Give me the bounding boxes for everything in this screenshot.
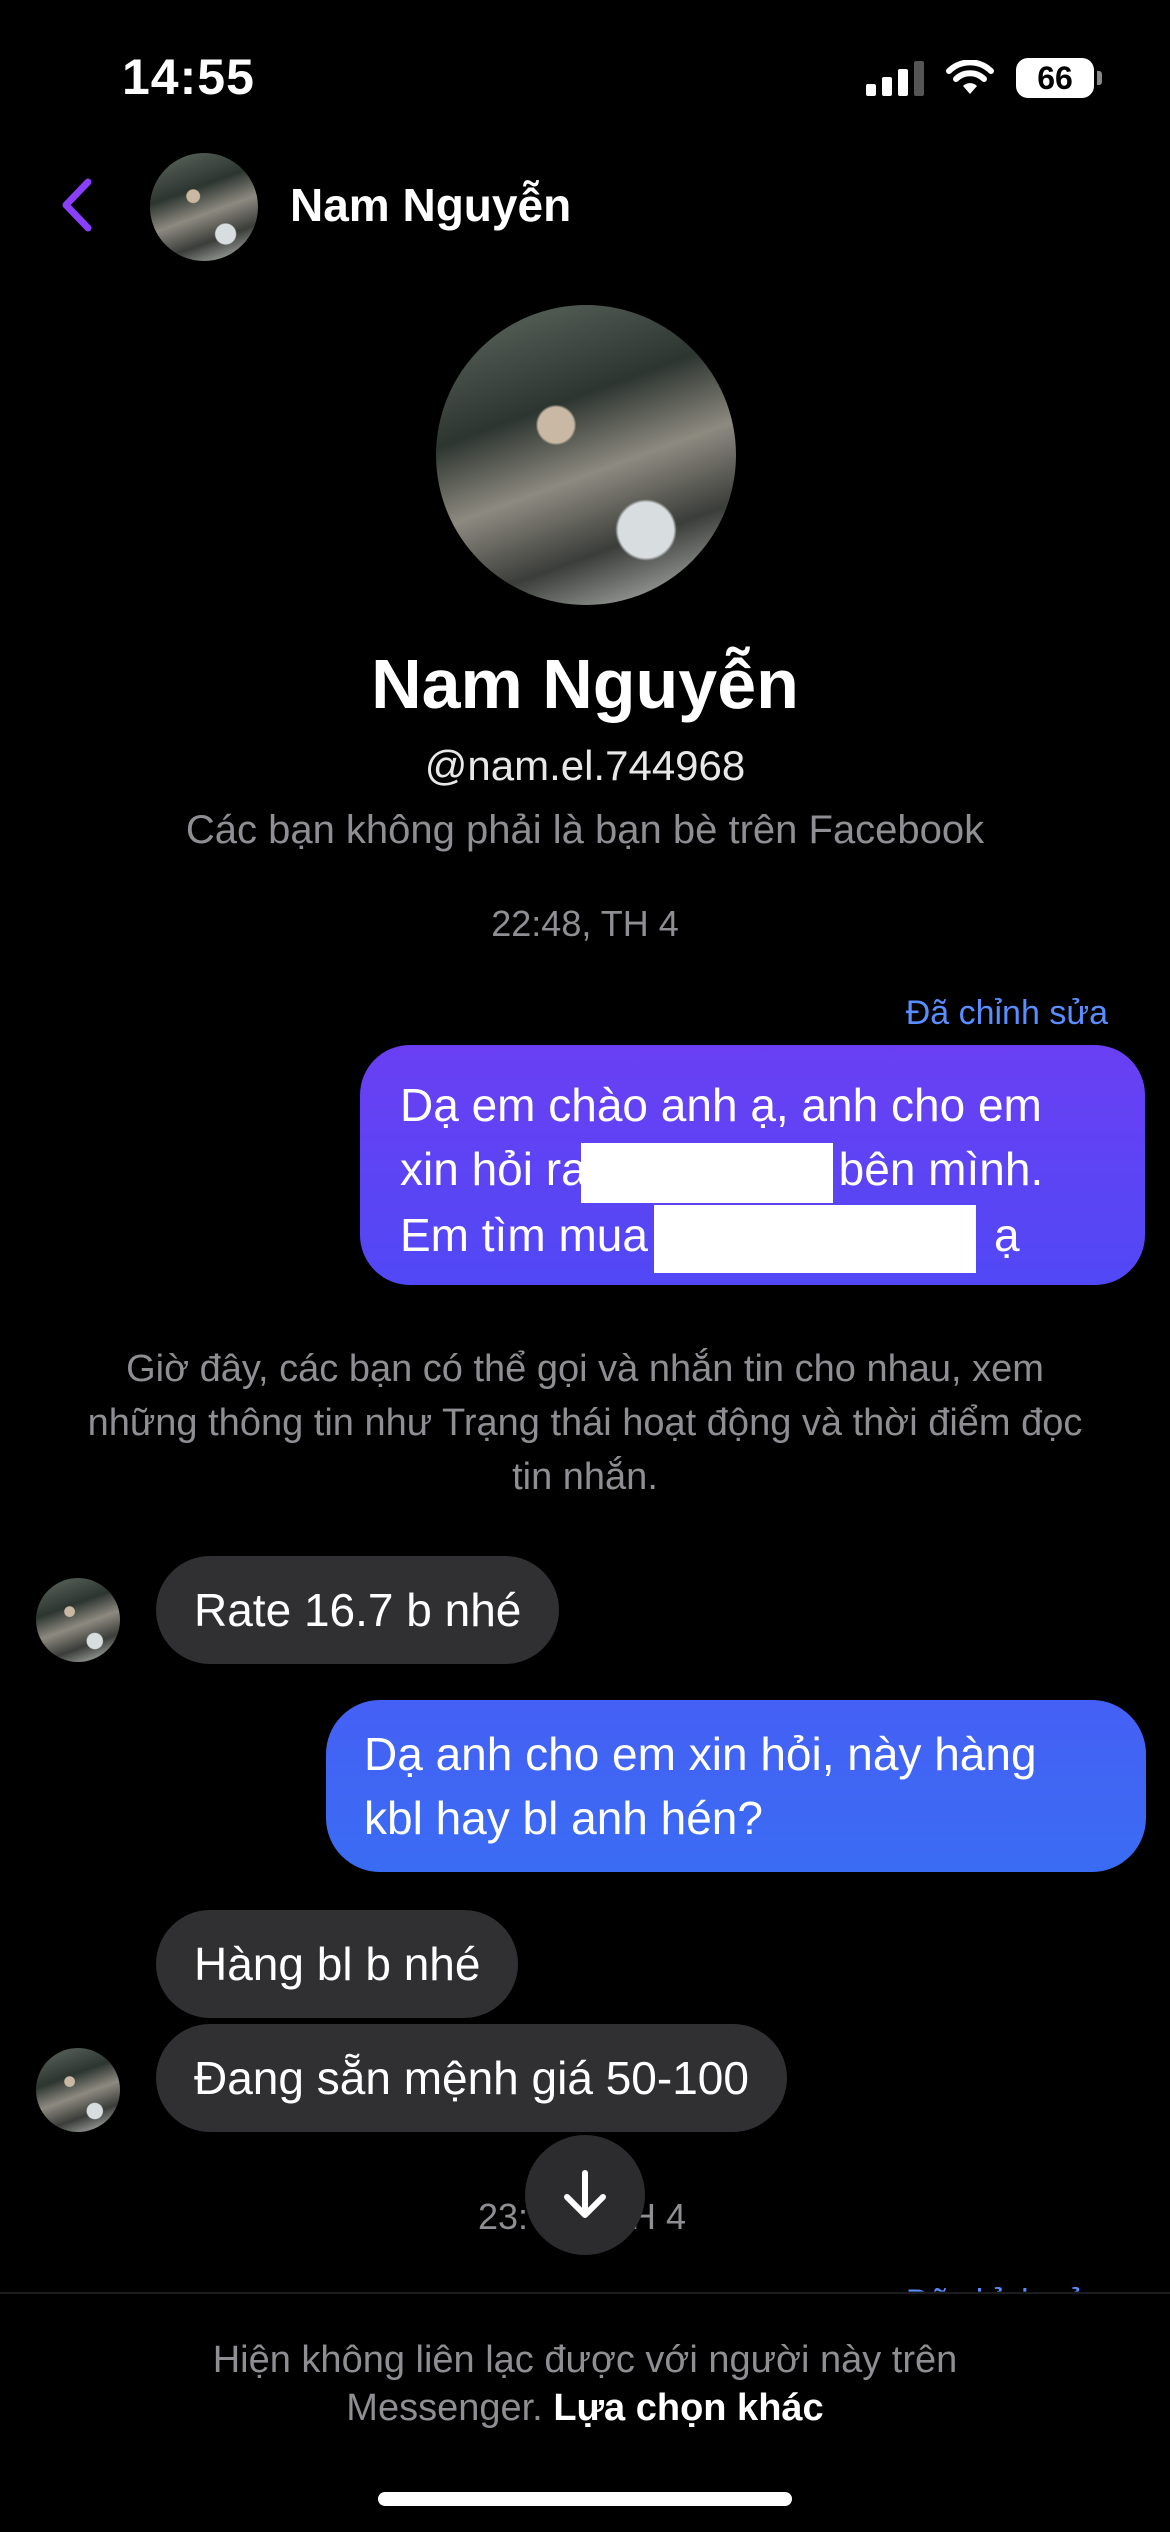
chevron-left-icon	[62, 178, 92, 232]
profile-avatar[interactable]	[436, 305, 736, 605]
message-timestamp-partial: 23:	[478, 2196, 529, 2237]
sender-avatar[interactable]	[36, 2048, 120, 2132]
profile-handle: @nam.el.744968	[424, 742, 746, 789]
redaction-block	[653, 1204, 976, 1273]
arrow-down-icon	[564, 2170, 606, 2218]
edited-label[interactable]: Đã chỉnh sửa	[906, 994, 1108, 1033]
incoming-message[interactable]: Hàng bl b nhé	[156, 1910, 519, 2018]
incoming-message[interactable]: Đang sẵn mệnh giá 50-100	[156, 2024, 787, 2132]
wifi-icon	[946, 60, 994, 94]
friendship-note: Các bạn không phải là bạn bè trên Facebo…	[185, 808, 985, 852]
status-icons: 66	[866, 56, 1102, 100]
header-contact-name[interactable]: Nam Nguyễn	[290, 178, 571, 232]
status-bar: 14:55 66	[0, 0, 1170, 150]
system-note: Giờ đây, các bạn có thể gọi và nhắn tin …	[87, 1348, 1083, 1498]
outgoing-message[interactable]: Dạ em chào anh ạ, anh cho em xin hỏi ra b…	[360, 1045, 1145, 1285]
chat-header: Nam Nguyễn	[0, 150, 1170, 262]
message-line: Dạ em chào anh ạ, anh cho em	[400, 1079, 1042, 1131]
status-time: 14:55	[122, 49, 255, 105]
message-line: xin hỏi ra bên mình.	[400, 1137, 1105, 1203]
scroll-to-bottom-button[interactable]	[525, 2135, 645, 2255]
message-timestamp: 22:48, TH 4	[491, 903, 679, 944]
redaction-block	[580, 1142, 833, 1203]
message-line: Em tìm mua ạ	[400, 1203, 1105, 1273]
cellular-signal-icon	[866, 60, 924, 96]
sender-avatar[interactable]	[36, 1578, 120, 1662]
battery-icon: 66	[1016, 58, 1102, 98]
unavailable-text: Hiện không liên lạc được với người này t…	[212, 2339, 958, 2429]
header-avatar[interactable]	[150, 153, 258, 261]
back-button[interactable]	[44, 170, 114, 240]
unavailable-footer: Hiện không liên lạc được với người này t…	[0, 2292, 1170, 2532]
home-indicator[interactable]	[378, 2492, 792, 2506]
profile-name: Nam Nguyễn	[371, 645, 799, 723]
incoming-message[interactable]: Rate 16.7 b nhé	[156, 1556, 560, 1664]
other-options-link[interactable]: Lựa chọn khác	[553, 2387, 823, 2429]
outgoing-message[interactable]: Dạ anh cho em xin hỏi, này hàng kbl hay …	[326, 1700, 1146, 1872]
